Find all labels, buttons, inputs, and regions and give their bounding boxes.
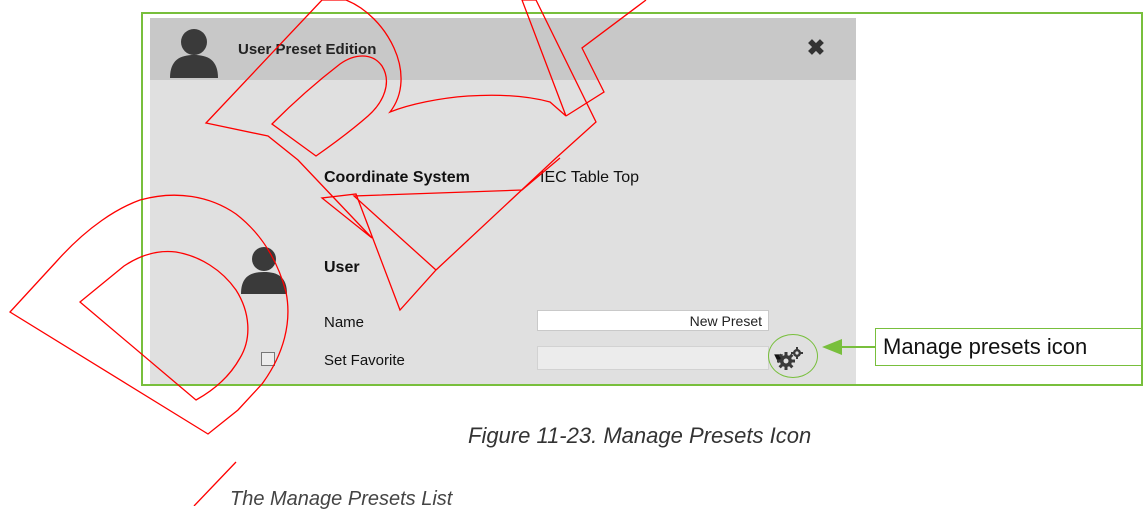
favorite-checkbox[interactable]: [261, 352, 275, 366]
user-preset-dialog: User Preset Edition ✖ Coordinate System …: [150, 18, 856, 384]
gear-highlight-circle: [768, 334, 818, 378]
favorite-select[interactable]: ▼: [537, 346, 786, 370]
close-icon[interactable]: ✖: [802, 34, 830, 62]
manage-presets-callout: Manage presets icon: [875, 328, 1142, 366]
set-favorite-label: Set Favorite: [324, 352, 405, 369]
coordinate-system-value: IEC Table Top: [540, 169, 640, 186]
user-section-heading: User: [324, 259, 360, 276]
user-avatar-icon: [170, 29, 218, 78]
user-avatar-icon: [241, 247, 287, 294]
dialog-header: User Preset Edition ✖: [150, 18, 856, 80]
name-label: Name: [324, 314, 365, 331]
figure-caption: Figure 11-23. Manage Presets Icon: [468, 423, 812, 448]
coordinate-system-label: Coordinate System: [324, 169, 470, 186]
partial-body-text: The Manage Presets List: [230, 488, 453, 510]
dialog-title: User Preset Edition: [238, 41, 377, 58]
preset-name-input[interactable]: [537, 310, 769, 331]
